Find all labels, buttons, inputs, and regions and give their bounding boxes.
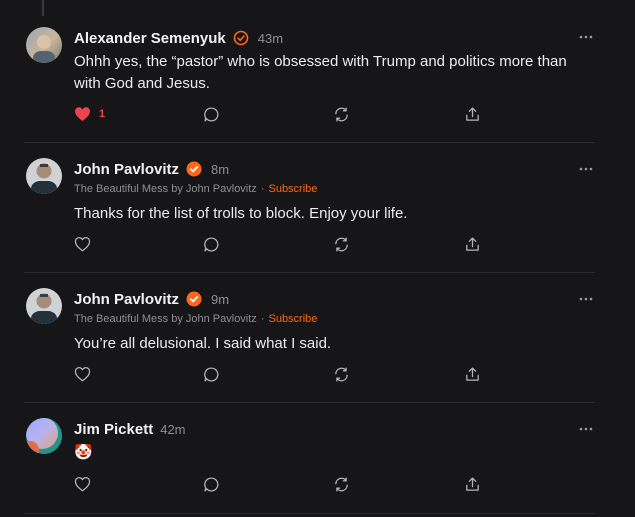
comment-body: 🤡 (74, 444, 93, 461)
avatar[interactable] (26, 288, 62, 324)
like-button[interactable]: 1 (74, 104, 105, 124)
publication-name[interactable]: The Beautiful Mess by John Pavlovitz (74, 313, 257, 325)
byline-separator: · (260, 313, 265, 325)
timestamp[interactable]: 8m (211, 162, 229, 177)
publication-byline: The Beautiful Mess by John Pavlovitz · Sub… (74, 313, 317, 325)
reply-button[interactable] (203, 234, 220, 254)
heart-icon (74, 476, 91, 492)
comment-bubble-icon (204, 366, 219, 382)
restack-icon (335, 366, 348, 382)
reply-button[interactable] (203, 364, 220, 384)
divider (24, 272, 595, 273)
restack-button[interactable] (333, 104, 350, 124)
subscribe-link[interactable]: Subscribe (268, 313, 317, 325)
publication-name[interactable]: The Beautiful Mess by John Pavlovitz (74, 183, 257, 195)
timestamp[interactable]: 43m (258, 31, 283, 46)
reply-button[interactable] (203, 104, 220, 124)
heart-icon (75, 107, 90, 122)
avatar[interactable] (26, 418, 62, 454)
like-button[interactable] (74, 364, 91, 384)
comment-bubble-icon (204, 106, 219, 122)
byline-separator: · (260, 183, 265, 195)
like-button[interactable] (74, 474, 91, 494)
comment-body: Thanks for the list of trolls to block. … (74, 205, 408, 222)
timestamp[interactable]: 9m (211, 292, 229, 307)
publication-byline: The Beautiful Mess by John Pavlovitz · Sub… (74, 183, 317, 195)
share-button[interactable] (464, 364, 481, 384)
more-options-icon[interactable] (578, 165, 594, 173)
share-icon (466, 366, 479, 381)
heart-icon (74, 236, 91, 252)
comment-header: Jim Pickett 42m (74, 419, 186, 439)
comment-header: Alexander Semenyuk 43m (74, 28, 283, 48)
restack-button[interactable] (333, 364, 350, 384)
timestamp[interactable]: 42m (160, 422, 185, 437)
divider (24, 513, 595, 514)
restack-button[interactable] (333, 234, 350, 254)
avatar[interactable] (26, 27, 62, 63)
share-icon (466, 476, 479, 491)
share-icon (466, 106, 479, 121)
verified-check-icon (233, 30, 249, 46)
more-options-icon[interactable] (578, 33, 594, 41)
restack-button[interactable] (333, 474, 350, 494)
avatar-photo (31, 163, 57, 194)
comment-header: John Pavlovitz 8m (74, 159, 229, 179)
gradient-avatar (26, 418, 62, 454)
comment-bubble-icon (204, 476, 219, 492)
avatar-photo (33, 35, 55, 63)
more-options-icon[interactable] (578, 425, 594, 433)
avatar[interactable] (26, 158, 62, 194)
share-icon (466, 236, 479, 251)
author-name[interactable]: John Pavlovitz (74, 161, 179, 178)
share-button[interactable] (464, 474, 481, 494)
divider (24, 402, 595, 403)
author-name[interactable]: Jim Pickett (74, 421, 153, 438)
like-button[interactable] (74, 234, 91, 254)
heart-icon (74, 366, 91, 382)
thread-connector-line (42, 0, 44, 16)
comment-header: John Pavlovitz 9m (74, 289, 229, 309)
comment-body: Ohhh yes, the “pastor” who is obsessed w… (74, 53, 567, 92)
restack-icon (335, 106, 348, 122)
verified-check-icon (186, 161, 202, 177)
comment-body: You’re all delusional. I said what I sai… (74, 335, 332, 352)
restack-icon (335, 236, 348, 252)
restack-icon (335, 476, 348, 492)
comment-bubble-icon (204, 236, 219, 252)
subscribe-link[interactable]: Subscribe (268, 183, 317, 195)
share-button[interactable] (464, 234, 481, 254)
author-name[interactable]: John Pavlovitz (74, 291, 179, 308)
share-button[interactable] (464, 104, 481, 124)
like-count: 1 (99, 108, 106, 120)
divider (24, 142, 595, 143)
reply-button[interactable] (203, 474, 220, 494)
verified-check-icon (186, 291, 202, 307)
author-name[interactable]: Alexander Semenyuk (74, 30, 226, 47)
avatar-photo (31, 293, 57, 324)
more-options-icon[interactable] (578, 295, 594, 303)
